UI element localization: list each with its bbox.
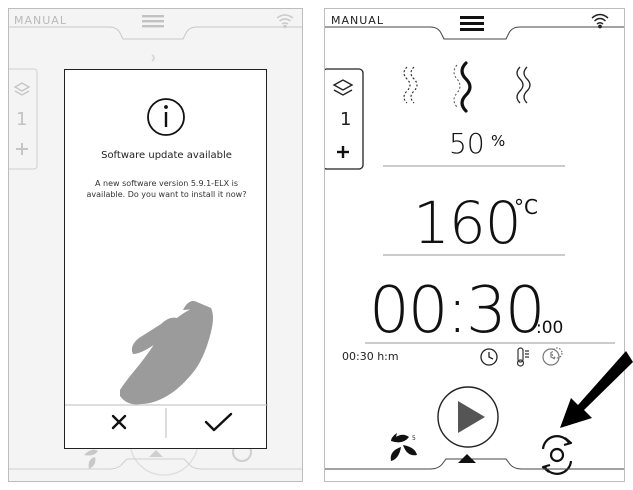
pointing-hand-illustration xyxy=(120,301,213,405)
temperature-unit: °C xyxy=(514,195,538,219)
timer-value[interactable]: 00:30 xyxy=(369,274,545,348)
cancel-button[interactable] xyxy=(75,406,165,446)
fan-icon xyxy=(84,449,98,469)
layers-icon[interactable] xyxy=(332,79,354,96)
hamburger-menu-icon[interactable] xyxy=(142,15,164,28)
wifi-icon xyxy=(591,13,609,29)
probe-icon[interactable] xyxy=(516,347,530,367)
wifi-icon xyxy=(276,14,294,29)
plus-icon[interactable] xyxy=(337,146,349,158)
dialog-message: A new software version 5.9.1-ELX is avai… xyxy=(86,179,247,199)
steam-icon[interactable] xyxy=(403,61,531,113)
timer-seconds: :00 xyxy=(536,318,564,338)
dialog-title: Software update available xyxy=(101,150,232,161)
layers-icon[interactable] xyxy=(13,82,31,96)
humidity-value[interactable]: 50 xyxy=(449,127,485,160)
start-button[interactable] xyxy=(437,386,499,448)
left-oven-screen: MANUAL 1 Software update available A new… xyxy=(8,8,303,482)
info-icon xyxy=(147,98,185,136)
confirm-button[interactable] xyxy=(168,406,258,446)
fan-speed-label: 5 xyxy=(412,435,416,442)
software-update-dialog: Software update available A new software… xyxy=(64,69,268,449)
settings-rotate-icon[interactable] xyxy=(541,435,573,475)
dialog-graphics xyxy=(65,98,268,446)
step-count: 1 xyxy=(340,109,352,130)
timer-preset: 00:30 h:m xyxy=(342,350,399,363)
delayed-start-icon[interactable] xyxy=(542,347,563,366)
step-count: 1 xyxy=(16,109,28,130)
plus-icon[interactable] xyxy=(16,143,28,155)
timer-icon[interactable] xyxy=(480,348,498,366)
humidity-unit: % xyxy=(491,132,506,150)
temperature-value[interactable]: 160 xyxy=(413,189,522,257)
right-oven-screen: MANUAL 1 50 % 160 °C 00:30:00 00:30 h:m… xyxy=(324,8,625,482)
hamburger-menu-icon[interactable] xyxy=(460,16,484,31)
